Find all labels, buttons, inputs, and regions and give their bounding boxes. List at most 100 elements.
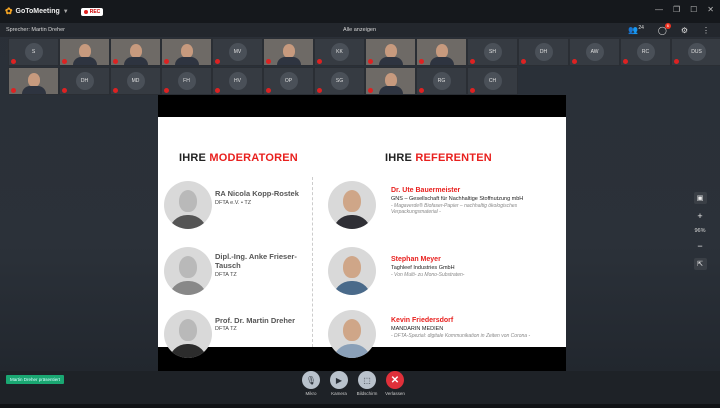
participant-tile[interactable]: MD	[110, 67, 161, 95]
muted-mic-icon	[521, 59, 526, 64]
muted-mic-icon	[62, 88, 67, 93]
moderator-org: DFTA e.V. • TZ	[215, 200, 252, 206]
speaker-org: GNS – Gesellschaft für Nachhaltige Stoff…	[391, 196, 524, 202]
muted-mic-icon	[266, 59, 271, 64]
muted-mic-icon	[113, 88, 118, 93]
camera-snapshot-icon[interactable]: ▣	[693, 192, 707, 204]
muted-mic-icon	[368, 59, 373, 64]
speakers-heading: IHRE REFERENTEN	[385, 152, 492, 164]
muted-mic-icon	[62, 59, 67, 64]
rec-label: REC	[89, 8, 101, 15]
participant-tile[interactable]: AW	[569, 38, 620, 66]
participant-tile[interactable]: RG	[416, 67, 467, 95]
zoom-out-icon[interactable]: −	[697, 241, 702, 251]
participant-tile[interactable]	[416, 38, 467, 66]
muted-mic-icon	[572, 59, 577, 64]
participant-tile[interactable]: FH	[161, 67, 212, 95]
speaker-bar: Sprecher: Martin Dreher Alle anzeigen 👥2…	[0, 22, 720, 37]
people-button[interactable]: 👥24	[628, 25, 644, 35]
moderator-name: RA Nicola Kopp-Rostek	[215, 189, 299, 198]
participant-avatar: S	[24, 43, 43, 61]
leave-button[interactable]: ✕ Verlassen	[384, 371, 406, 396]
participant-avatar: DUS	[687, 43, 706, 61]
muted-mic-icon	[623, 59, 628, 64]
participant-tile[interactable]: SH	[467, 38, 518, 66]
close-icon[interactable]: ✕	[707, 5, 714, 14]
zoom-in-icon[interactable]: +	[697, 211, 702, 221]
camera-icon: ▶	[330, 371, 348, 389]
participant-tile[interactable]: OP	[263, 67, 314, 95]
participant-video-face	[78, 44, 91, 58]
participant-tile[interactable]	[263, 38, 314, 66]
speaker-name: Stephan Meyer	[391, 256, 441, 263]
popout-icon[interactable]: ⇱	[693, 258, 707, 270]
participant-tile[interactable]: KK	[314, 38, 365, 66]
moderator-org: DFTA TZ	[215, 326, 237, 332]
participant-tile[interactable]: MV	[212, 38, 263, 66]
speaker-name: Kevin Friedersdorf	[391, 317, 454, 324]
participant-tile[interactable]: RC	[620, 38, 671, 66]
participant-avatar: OP	[279, 72, 298, 90]
speaker-photo	[328, 310, 376, 358]
minimize-icon[interactable]: —	[655, 5, 663, 14]
meeting-window: ✿ GoToMeeting ▼ REC — ❐ ☐ ✕ Sprecher: Ma…	[0, 0, 720, 408]
muted-mic-icon	[419, 88, 424, 93]
muted-mic-icon	[266, 88, 271, 93]
participant-video-face	[282, 44, 295, 58]
screen-share-label: Bildschirm	[356, 391, 378, 396]
participant-avatar: RC	[636, 43, 655, 61]
mic-label: Mikro	[305, 391, 317, 396]
participant-video-body	[21, 86, 46, 94]
muted-mic-icon	[674, 59, 679, 64]
moderator-name: Prof. Dr. Martin Dreher	[215, 316, 296, 325]
camera-button[interactable]: ▶ Kamera	[328, 371, 350, 396]
participant-tile[interactable]: DUS	[671, 38, 720, 66]
speaker-photo	[328, 181, 376, 229]
participant-video-face	[384, 44, 397, 58]
recording-badge[interactable]: REC	[80, 7, 104, 16]
participant-tile[interactable]: CH	[467, 67, 518, 95]
speaker-topic: - Magaverde® Biofaser-Papier – nachhalti…	[391, 203, 518, 215]
title-bar: ✿ GoToMeeting ▼ REC — ❐ ☐ ✕	[0, 0, 720, 23]
participant-avatar: SH	[483, 43, 502, 61]
maximize-icon[interactable]: ☐	[690, 5, 697, 14]
participant-tile[interactable]	[8, 67, 59, 95]
chat-button[interactable]: ◯ 6	[658, 22, 671, 35]
muted-mic-icon	[215, 88, 220, 93]
chat-badge: 6	[664, 22, 671, 29]
mic-icon: 🎙	[302, 371, 320, 389]
participant-tile[interactable]: HV	[212, 67, 263, 95]
muted-mic-icon	[164, 88, 169, 93]
participant-avatar: KK	[330, 43, 349, 61]
participant-tile[interactable]: S	[8, 38, 59, 66]
participant-tile[interactable]	[110, 38, 161, 66]
zoom-level: 96%	[694, 228, 706, 234]
participant-tile[interactable]: DH	[518, 38, 569, 66]
participant-tile[interactable]	[59, 38, 110, 66]
restore-icon[interactable]: ❐	[673, 5, 680, 14]
participant-video-body	[123, 57, 148, 65]
muted-mic-icon	[419, 59, 424, 64]
people-count: 24	[638, 25, 644, 32]
participant-video-body	[378, 57, 403, 65]
bottom-edge	[0, 404, 720, 408]
muted-mic-icon	[11, 88, 16, 93]
more-icon[interactable]: ⋮	[702, 26, 710, 35]
participant-avatar: MD	[126, 72, 145, 90]
moderator-photo	[164, 247, 212, 295]
participant-tile[interactable]	[365, 38, 416, 66]
app-menu[interactable]: ✿ GoToMeeting ▼	[5, 6, 69, 17]
settings-icon[interactable]: ⚙	[681, 26, 688, 35]
participant-tile[interactable]	[365, 67, 416, 95]
mic-button[interactable]: 🎙 Mikro	[300, 371, 322, 396]
screen-share-button[interactable]: ⬚ Bildschirm	[356, 371, 378, 396]
leave-icon: ✕	[386, 371, 404, 389]
participant-tile[interactable]: SG	[314, 67, 365, 95]
chevron-down-icon: ▼	[62, 8, 69, 15]
participant-tile[interactable]	[161, 38, 212, 66]
moderator-org: DFTA TZ	[215, 272, 237, 278]
speaker-org: Taghleef Industries GmbH	[391, 265, 455, 271]
participant-tile[interactable]: DH	[59, 67, 110, 95]
show-all-button[interactable]: Alle anzeigen	[343, 27, 376, 33]
bottom-toolbar: Martin Dreher präsentiert 🎙 Mikro ▶ Kame…	[0, 371, 720, 408]
